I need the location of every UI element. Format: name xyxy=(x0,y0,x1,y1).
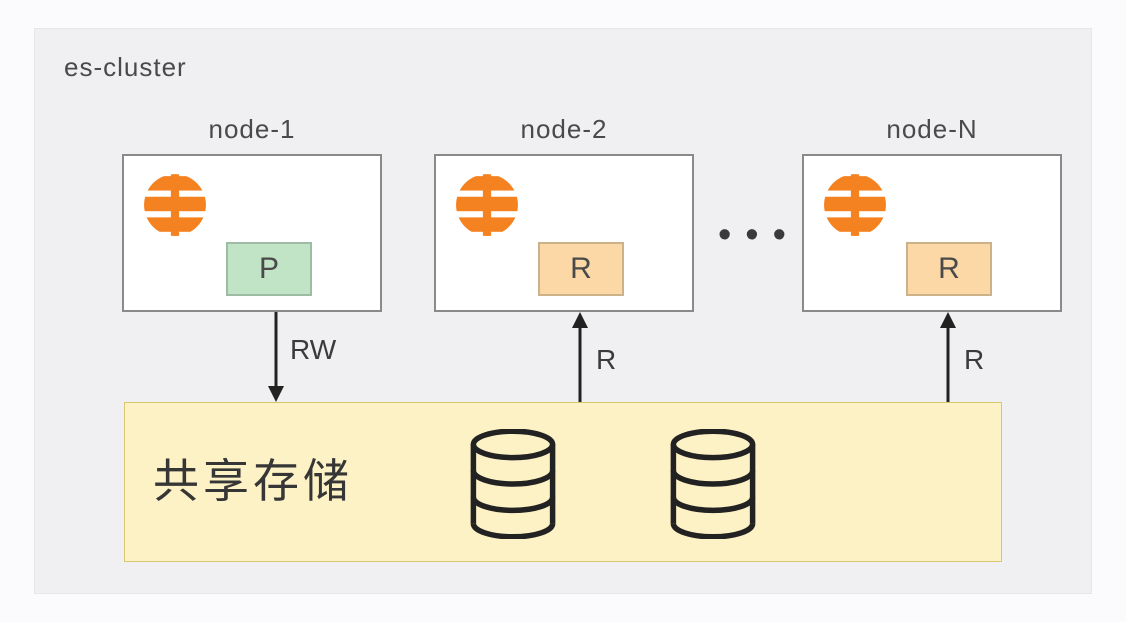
database-icon xyxy=(665,429,761,539)
shared-storage-label: 共享存储 xyxy=(153,445,353,511)
ellipsis: ••• xyxy=(718,214,800,257)
arrow-node2-up xyxy=(570,312,590,402)
elasticsearch-icon xyxy=(822,172,888,238)
primary-shard-badge: P xyxy=(226,242,312,296)
cluster-label: es-cluster xyxy=(64,52,187,83)
replica-shard-badge: R xyxy=(906,242,992,296)
node-n-label: node-N xyxy=(802,114,1062,145)
arrow-noden-up xyxy=(938,312,958,402)
node-1-label: node-1 xyxy=(122,114,382,145)
elasticsearch-icon xyxy=(142,172,208,238)
shared-storage-box: 共享存储 xyxy=(124,402,1002,562)
node-n-box: R xyxy=(802,154,1062,312)
diagram-container: es-cluster node-1 P node-2 R xyxy=(34,28,1092,594)
node-2-box: R xyxy=(434,154,694,312)
arrow-label-r2: R xyxy=(596,344,616,376)
database-icon xyxy=(465,429,561,539)
node-1-box: P xyxy=(122,154,382,312)
arrow-label-rn: R xyxy=(964,344,984,376)
replica-shard-badge: R xyxy=(538,242,624,296)
arrow-node1-down xyxy=(266,312,286,402)
elasticsearch-icon xyxy=(454,172,520,238)
node-2-label: node-2 xyxy=(434,114,694,145)
arrow-label-rw: RW xyxy=(290,334,336,366)
